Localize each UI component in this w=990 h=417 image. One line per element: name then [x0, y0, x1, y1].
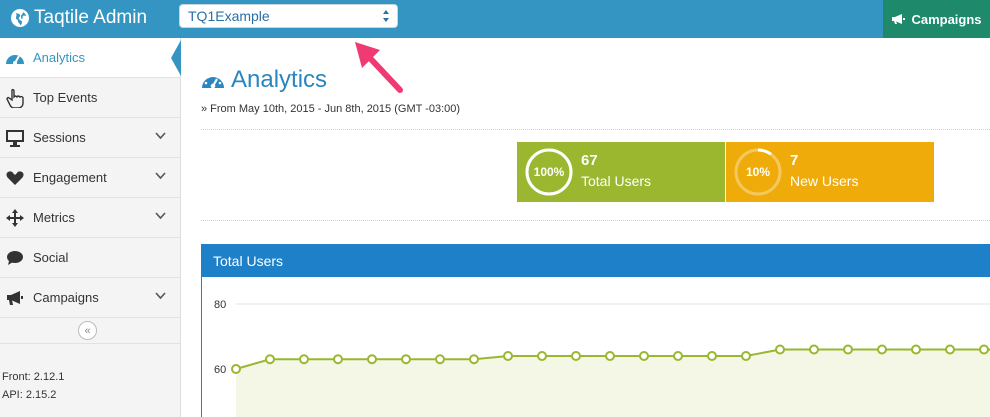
front-version: Front: 2.12.1 [2, 371, 65, 383]
sidebar: Analytics Top Events Sessions Engagement… [0, 38, 181, 417]
data-point[interactable] [435, 354, 445, 365]
sidebar-item-campaigns[interactable]: Campaigns [0, 278, 180, 318]
campaigns-button[interactable]: Campaigns [883, 0, 990, 38]
chevron-down-icon [155, 132, 166, 140]
sidebar-item-top-events[interactable]: Top Events [0, 78, 180, 118]
kpi-total-users[interactable]: 100% 67 Total Users [517, 142, 725, 202]
dashboard-icon [202, 73, 224, 89]
sidebar-item-label: Social [33, 250, 69, 265]
data-point[interactable] [503, 351, 513, 361]
dashboard-icon [4, 48, 26, 68]
progress-ring: 10% [733, 147, 783, 197]
data-point[interactable] [469, 354, 479, 365]
data-point[interactable] [605, 351, 615, 361]
megaphone-icon [4, 288, 26, 308]
kpi-percent: 10% [745, 165, 771, 179]
app-select-value: TQ1Example [188, 8, 270, 24]
y-tick-label: 60 [214, 364, 226, 376]
globe-icon [11, 9, 29, 27]
sidebar-item-engagement[interactable]: Engagement [0, 158, 180, 198]
data-point[interactable] [673, 351, 683, 361]
heart-icon [4, 168, 26, 188]
chevron-down-icon [155, 172, 166, 180]
kpi-new-users[interactable]: 10% 7 New Users [726, 142, 934, 202]
data-point[interactable] [911, 344, 921, 355]
kpi-value: 67 [581, 152, 598, 169]
sidebar-item-sessions[interactable]: Sessions [0, 118, 180, 158]
sidebar-item-label: Analytics [33, 50, 86, 65]
date-range: » From May 10th, 2015 - Jun 8th, 2015 (G… [201, 103, 461, 115]
page-title-text: Analytics [231, 66, 328, 93]
page-title: Analytics [201, 66, 327, 94]
move-arrows-icon [4, 208, 26, 228]
data-point[interactable] [571, 351, 581, 361]
collapse-sidebar-button[interactable]: « [78, 321, 97, 340]
sidebar-item-metrics[interactable]: Metrics [0, 198, 180, 238]
data-point[interactable] [775, 344, 785, 355]
kpi-label: New Users [790, 173, 859, 189]
data-point[interactable] [367, 354, 377, 365]
data-point[interactable] [299, 354, 309, 365]
progress-ring: 100% [524, 147, 574, 197]
kpi-value: 7 [790, 152, 799, 169]
sidebar-item-label: Top Events [33, 90, 98, 105]
divider [201, 220, 990, 221]
sidebar-item-label: Sessions [33, 130, 86, 145]
version-info: Front: 2.12.1 API: 2.15.2 [2, 368, 64, 404]
select-arrows-icon [383, 10, 389, 22]
sidebar-item-label: Metrics [33, 210, 75, 225]
data-point[interactable] [265, 354, 275, 365]
campaigns-label: Campaigns [911, 11, 982, 27]
monitor-icon [4, 128, 26, 148]
brand-name: Taqtile Admin [34, 7, 148, 28]
sidebar-item-analytics[interactable]: Analytics [0, 38, 181, 78]
data-point[interactable] [979, 344, 989, 355]
chevron-down-icon [155, 212, 166, 220]
data-point[interactable] [877, 344, 887, 355]
app-select[interactable]: TQ1Example [179, 4, 398, 28]
total-users-panel: Total Users 80 60 [201, 244, 990, 417]
sidebar-item-social[interactable]: Social [0, 238, 180, 278]
data-point[interactable] [809, 344, 819, 355]
data-point[interactable] [401, 354, 411, 365]
chevron-down-icon [155, 292, 166, 300]
megaphone-icon [892, 14, 906, 24]
divider [201, 129, 990, 130]
api-version: API: 2.15.2 [2, 389, 57, 401]
data-point[interactable] [707, 351, 717, 361]
brand[interactable]: Taqtile Admin [10, 5, 147, 31]
data-point[interactable] [639, 351, 649, 361]
main-content: Analytics » From May 10th, 2015 - Jun 8t… [182, 38, 990, 417]
top-bar: Taqtile Admin TQ1Example Campaigns [0, 0, 990, 38]
data-point[interactable] [741, 351, 751, 361]
data-point[interactable] [537, 351, 547, 361]
data-point[interactable] [333, 354, 343, 365]
hand-pointer-icon [4, 88, 26, 108]
sidebar-item-label: Campaigns [33, 290, 99, 305]
panel-header: Total Users [202, 244, 990, 277]
y-tick-label: 80 [214, 299, 226, 311]
sidebar-item-label: Engagement [33, 170, 107, 185]
data-point[interactable] [843, 344, 853, 355]
double-chevron-left-icon: « [84, 324, 91, 337]
kpi-label: Total Users [581, 173, 652, 189]
speech-bubble-icon [4, 248, 26, 268]
data-point[interactable] [231, 364, 241, 374]
data-point[interactable] [945, 344, 955, 355]
kpi-percent: 100% [533, 165, 565, 179]
total-users-chart: 80 60 [214, 299, 990, 417]
collapse-row: « [0, 318, 180, 344]
